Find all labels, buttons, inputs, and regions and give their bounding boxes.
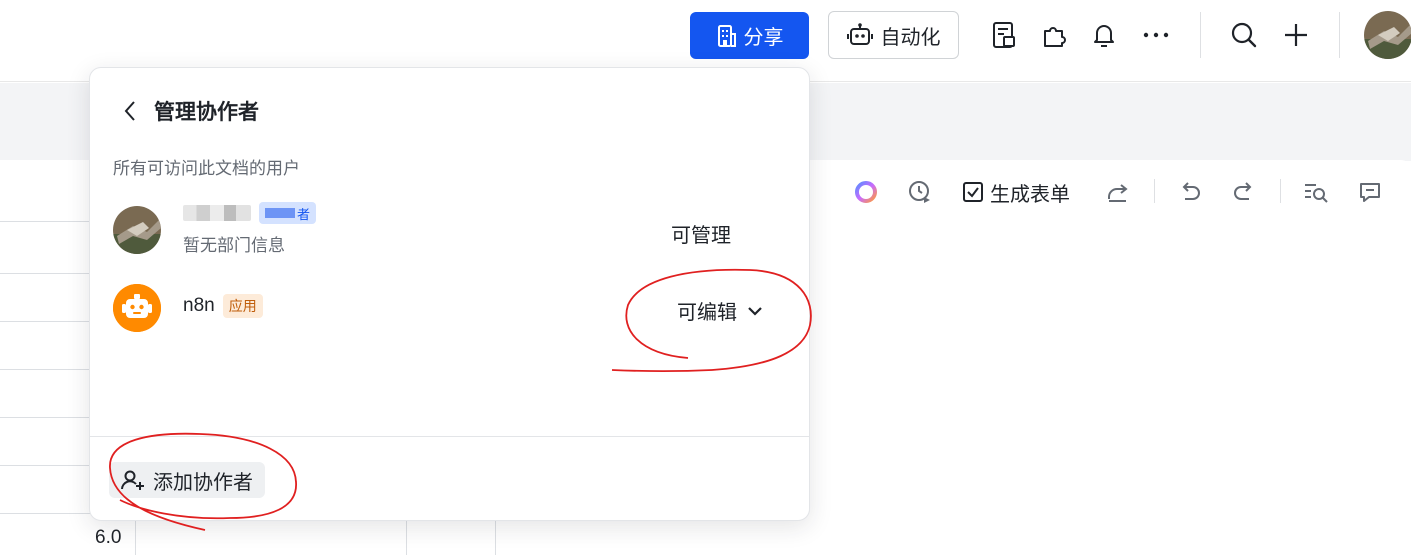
collaborator-name-row: n8n 应用 — [183, 294, 263, 318]
robot-icon — [846, 23, 873, 45]
share-label: 分享 — [743, 27, 784, 49]
ai-assistant-icon[interactable] — [852, 178, 880, 206]
undo-icon[interactable] — [1176, 178, 1204, 206]
robot-avatar — [113, 284, 161, 332]
bell-icon[interactable] — [1090, 20, 1118, 50]
collaborator-row: n8n 应用 可编辑 — [113, 284, 793, 340]
permission-dropdown[interactable]: 可编辑 — [677, 296, 763, 325]
history-icon[interactable] — [906, 178, 934, 206]
collaborator-name-row: 者 — [183, 202, 317, 224]
automation-button[interactable]: 自动化 — [828, 11, 959, 59]
redo-icon[interactable] — [1230, 178, 1258, 206]
permission-label: 可编辑 — [677, 302, 737, 324]
toolbar-divider — [1200, 12, 1201, 58]
chevron-down-icon — [748, 306, 762, 316]
panel-subtitle: 所有可访问此文档的用户 — [113, 159, 300, 178]
redacted-name — [183, 205, 251, 221]
panel-title: 管理协作者 — [154, 101, 259, 124]
collaborator-department: 暂无部门信息 — [183, 236, 285, 255]
toolbar-divider — [1339, 12, 1340, 58]
manage-collaborators-panel: 管理协作者 所有可访问此文档的用户 者 暂无部门信息 可管理 n8n 应用 可编… — [89, 67, 810, 521]
generate-form-label: 生成表单 — [990, 183, 1070, 206]
panel-header: 管理协作者 — [120, 96, 259, 126]
plugin-icon[interactable] — [1040, 20, 1068, 50]
automation-label: 自动化 — [880, 26, 941, 49]
chevron-left-icon — [124, 101, 135, 121]
plus-icon[interactable] — [1282, 20, 1310, 50]
find-icon[interactable] — [1302, 178, 1330, 206]
search-icon[interactable] — [1230, 20, 1258, 50]
generate-form-button[interactable]: 生成表单 — [962, 177, 1070, 207]
more-icon[interactable] — [1142, 20, 1170, 50]
collaborator-name: n8n — [183, 295, 215, 316]
back-button[interactable] — [120, 97, 140, 125]
share-button[interactable]: 分享 — [690, 12, 809, 59]
table-cell-value[interactable]: 6.0 — [95, 527, 121, 549]
add-collaborator-label: 添加协作者 — [153, 471, 253, 494]
comment-icon[interactable] — [1356, 178, 1384, 206]
panel-divider — [90, 436, 809, 437]
app-tag: 应用 — [222, 294, 263, 318]
template-icon[interactable] — [990, 20, 1018, 50]
permission-label: 可管理 — [671, 225, 731, 247]
owner-tag: 者 — [259, 202, 317, 224]
building-icon — [717, 24, 736, 47]
add-collaborator-button[interactable]: 添加协作者 — [109, 462, 265, 498]
add-user-icon — [121, 470, 144, 490]
collaborator-avatar — [113, 206, 161, 254]
toolbar-divider — [1280, 179, 1281, 203]
collaborator-row: 者 暂无部门信息 可管理 — [113, 202, 793, 262]
form-check-icon — [963, 182, 983, 202]
share-out-icon[interactable] — [1104, 178, 1132, 206]
toolbar-divider — [1154, 179, 1155, 203]
user-avatar[interactable] — [1364, 11, 1411, 59]
